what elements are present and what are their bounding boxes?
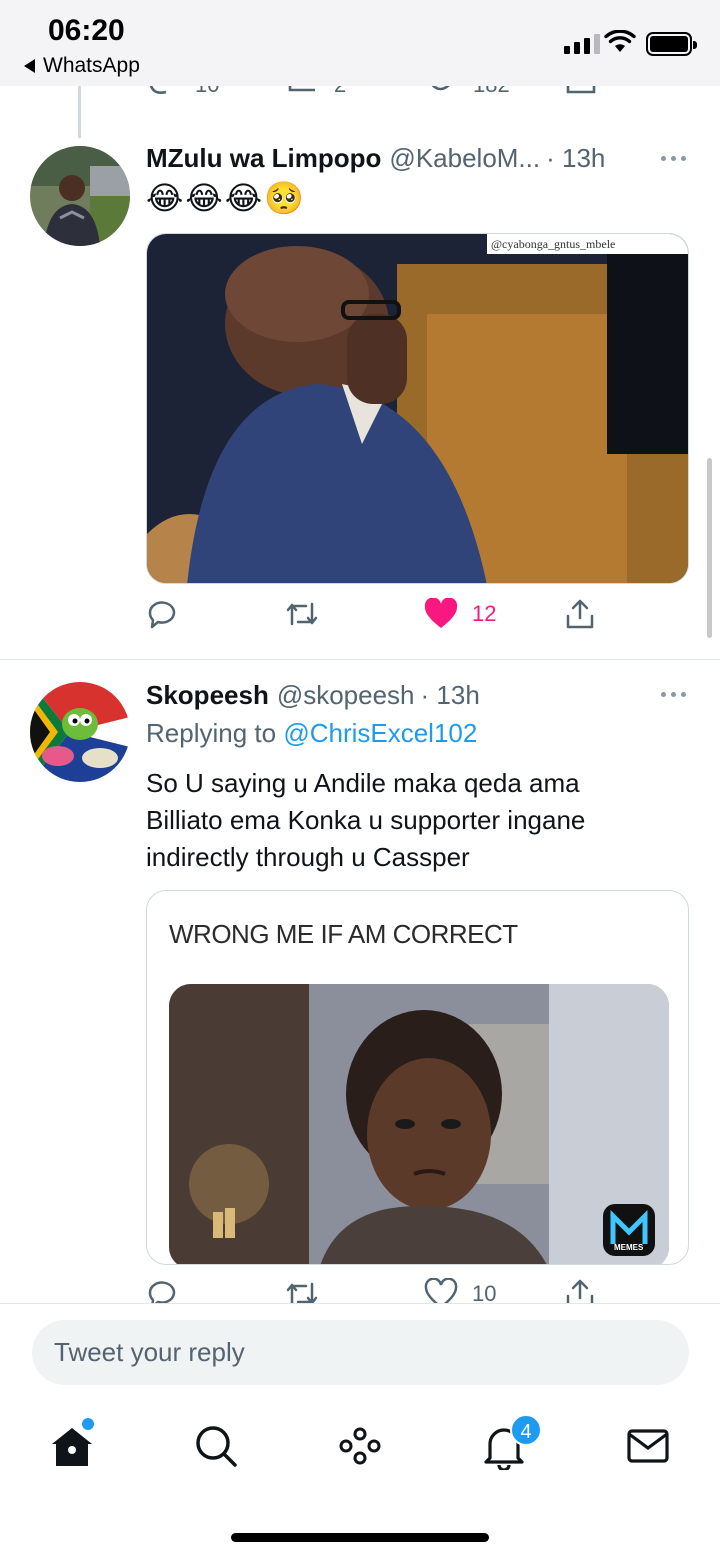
tab-messages[interactable]	[624, 1422, 672, 1470]
avatar[interactable]	[30, 682, 130, 782]
tweet-time: · 13h	[546, 143, 606, 173]
tweet-divider	[0, 659, 720, 660]
replying-to: Replying to @ChrisExcel102	[146, 718, 477, 749]
zuma-photo: @cyabonga_gntus_mbele	[147, 234, 688, 583]
tab-search[interactable]	[192, 1422, 240, 1470]
author-name[interactable]: MZulu wa Limpopo	[146, 143, 381, 174]
tweet-image[interactable]: @cyabonga_gntus_mbele	[146, 233, 689, 584]
status-time: 06:20	[48, 14, 125, 47]
tweet-header: MZulu wa Limpopo @KabeloM... · 13h	[146, 143, 605, 174]
like-count: 12	[472, 601, 497, 626]
reply-input[interactable]: Tweet your reply	[32, 1320, 689, 1385]
retweet-icon	[286, 602, 318, 626]
wifi-icon	[604, 30, 636, 52]
tweet-actions: 12	[146, 598, 606, 638]
share-button[interactable]	[564, 598, 596, 630]
notifications-badge: 4	[510, 1414, 542, 1446]
more-options-icon[interactable]	[661, 692, 686, 697]
tweet-time: · 13h	[420, 680, 480, 710]
replying-to-label: Replying to	[146, 718, 284, 748]
tweet-header: Skopeesh @skopeesh · 13h	[146, 680, 480, 711]
cellular-signal-icon	[564, 34, 600, 54]
back-triangle-icon	[24, 59, 35, 73]
status-bar: 06:20 WhatsApp	[0, 0, 720, 86]
avatar[interactable]	[30, 146, 130, 246]
spaces-icon	[339, 1427, 381, 1465]
author-handle[interactable]: @KabeloM...	[389, 143, 540, 174]
mail-icon	[627, 1429, 669, 1463]
tab-home[interactable]	[48, 1418, 96, 1470]
tab-notifications[interactable]: 4	[480, 1414, 542, 1472]
reply-icon	[148, 601, 176, 629]
meme-photo: MEMES	[169, 984, 669, 1264]
scrollbar[interactable]	[707, 458, 712, 638]
share-icon	[566, 599, 594, 629]
home-unread-dot	[82, 1418, 94, 1430]
more-options-icon[interactable]	[661, 156, 686, 161]
home-indicator[interactable]	[231, 1533, 489, 1542]
battery-icon	[646, 32, 697, 56]
replying-to-handle[interactable]: @ChrisExcel102	[283, 718, 477, 748]
tab-spaces[interactable]	[336, 1422, 384, 1470]
tweet-text: So U saying u Andile maka qeda ama Billi…	[146, 768, 586, 872]
tweet-emoji-text: 😂😂😂🥺	[146, 180, 307, 216]
image-watermark: @cyabonga_gntus_mbele	[491, 237, 615, 251]
meme-logo-text: MEMES	[614, 1243, 644, 1252]
back-to-app-link[interactable]: WhatsApp	[24, 54, 140, 78]
author-name[interactable]: Skopeesh	[146, 680, 269, 711]
tab-bar: 4	[0, 1400, 720, 1500]
author-handle[interactable]: @skopeesh	[277, 680, 415, 711]
thread-connector-line	[78, 86, 81, 138]
heart-filled-icon	[424, 598, 458, 628]
search-icon	[196, 1426, 237, 1467]
like-button[interactable]: 12	[424, 598, 496, 630]
reply-button[interactable]	[146, 598, 178, 630]
retweet-button[interactable]	[284, 598, 320, 630]
back-app-label: WhatsApp	[43, 54, 140, 77]
meme-caption: WRONG ME IF AM CORRECT	[169, 919, 518, 949]
tweet-image[interactable]: WRONG ME IF AM CORRECT MEMES	[146, 890, 689, 1265]
